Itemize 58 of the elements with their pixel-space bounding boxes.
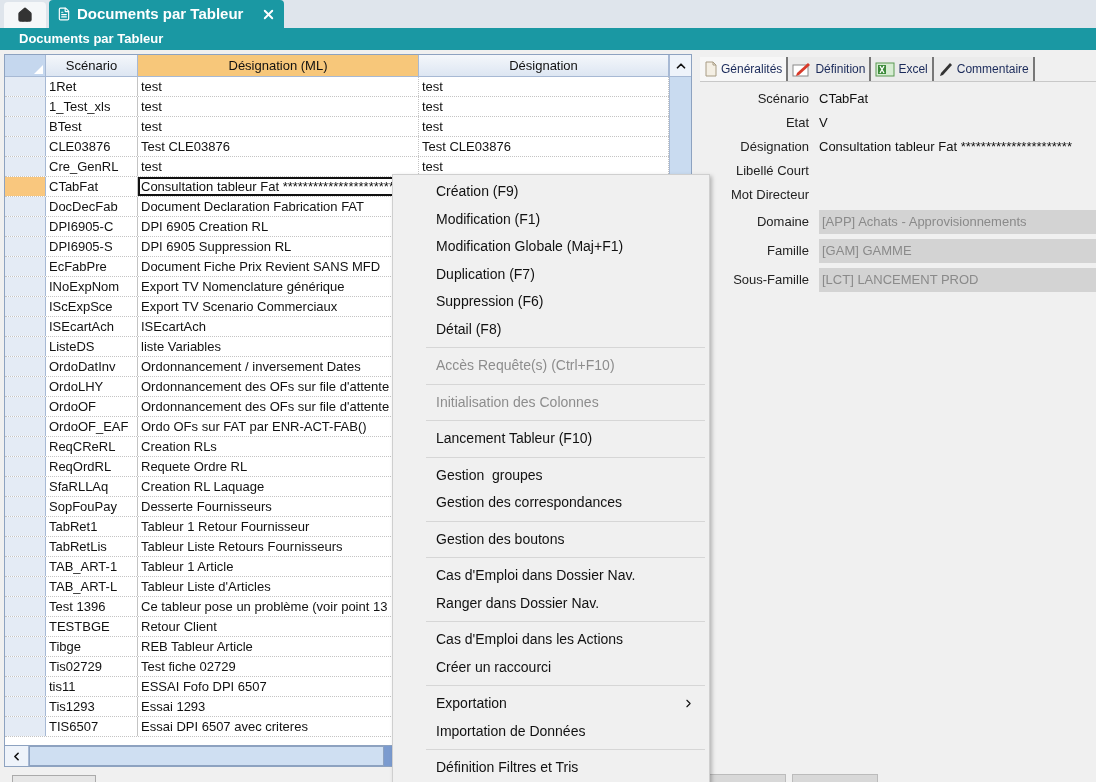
table-cell: TESTBGE: [46, 617, 138, 636]
field-label: Domaine: [755, 212, 810, 231]
table-cell: Cre_GenRL: [46, 157, 138, 176]
table-cell: OrdoLHY: [46, 377, 138, 396]
column-header[interactable]: Désignation: [419, 55, 669, 76]
field-label: Etat: [784, 114, 810, 133]
table-cell: 1_Test_xls: [46, 97, 138, 116]
field-label: Désignation: [739, 138, 810, 157]
table-cell: TAB_ART-L: [46, 577, 138, 596]
column-header[interactable]: Désignation (ML): [138, 55, 419, 76]
table-cell: TabRet1: [46, 517, 138, 536]
window-title: Documents par Tableur: [19, 30, 164, 49]
table-cell: TIS6507: [46, 717, 138, 736]
column-header[interactable]: Scénario: [46, 55, 138, 76]
table-cell: TabRetLis: [46, 537, 138, 556]
field-label: Scénario: [756, 90, 810, 109]
table-cell: 1Ret: [46, 77, 138, 96]
table-cell: OrdoOF: [46, 397, 138, 416]
detail-tab[interactable]: Généralités: [700, 57, 789, 81]
table-cell: TAB_ART-1: [46, 557, 138, 576]
table-cell: Tis1293: [46, 697, 138, 716]
table-cell: Tis02729: [46, 657, 138, 676]
table-cell: ISEcartAch: [46, 317, 138, 336]
detail-tab[interactable]: Définition: [788, 57, 872, 81]
table-cell: test: [138, 97, 419, 116]
detail-tab[interactable]: Commentaire: [933, 57, 1035, 81]
table-cell: Tibge: [46, 637, 138, 656]
table-cell: DPI6905-C: [46, 217, 138, 236]
menu-item[interactable]: Définition Filtres et Tris: [393, 754, 709, 782]
table-cell: SopFouPay: [46, 497, 138, 516]
field-label: Sous-Famille: [732, 270, 810, 289]
table-cell: test: [138, 77, 419, 96]
table-cell: Test CLE03876: [138, 137, 419, 156]
table-cell: DocDecFab: [46, 197, 138, 216]
table-cell: IScExpSce: [46, 297, 138, 316]
field-value: Consultation tableur Fat **********************: [819, 138, 1072, 157]
table-cell: DPI6905-S: [46, 237, 138, 256]
tab-label: Documents par Tableur: [77, 3, 245, 24]
field-value: CTabFat: [819, 90, 869, 109]
field-label: Mot Directeur: [729, 186, 810, 205]
table-cell: ListeDS: [46, 337, 138, 356]
table-cell: ReqCReRL: [46, 437, 138, 456]
table-cell: BTest: [46, 117, 138, 136]
table-cell: EcFabPre: [46, 257, 138, 276]
table-cell: Test 1396: [46, 597, 138, 616]
field-label: Libellé Court: [735, 162, 810, 181]
field-value: V: [819, 114, 828, 133]
table-cell: CTabFat: [46, 177, 138, 196]
table-cell: ReqOrdRL: [46, 457, 138, 476]
field-label: Famille: [766, 241, 810, 260]
detail-tab[interactable]: Excel: [871, 57, 934, 81]
table-cell: INoExpNom: [46, 277, 138, 296]
table-cell: SfaRLLAq: [46, 477, 138, 496]
table-cell: OrdoDatInv: [46, 357, 138, 376]
table-cell: test: [138, 117, 419, 136]
table-cell: OrdoOF_EAF: [46, 417, 138, 436]
table-cell: CLE03876: [46, 137, 138, 156]
table-cell: tis11: [46, 677, 138, 696]
